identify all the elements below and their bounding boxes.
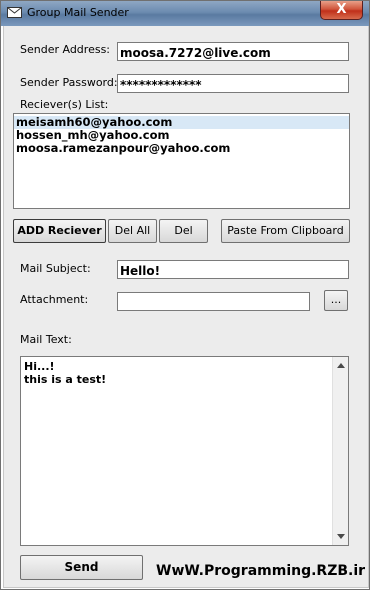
mail-app-icon xyxy=(7,7,22,18)
watermark-text: WwW.Programming.RZB.ir xyxy=(156,563,366,579)
sender-password-label: Sender Password: xyxy=(20,76,118,89)
receivers-listbox[interactable]: meisamh60@yahoo.com hossen_mh@yahoo.com … xyxy=(13,113,350,209)
sender-address-label: Sender Address: xyxy=(20,43,111,56)
mail-subject-label: Mail Subject: xyxy=(20,262,91,275)
sender-password-input[interactable]: ************* xyxy=(117,74,349,93)
attachment-label: Attachment: xyxy=(20,293,89,306)
app-window: Group Mail Sender X Sender Address: moos… xyxy=(0,0,370,590)
mail-subject-value: Hello! xyxy=(120,264,161,278)
add-receiver-button[interactable]: ADD Reciever xyxy=(13,219,106,243)
browse-attachment-button[interactable]: ... xyxy=(324,290,348,311)
title-bar[interactable]: Group Mail Sender X xyxy=(1,1,369,26)
window-title: Group Mail Sender xyxy=(27,6,129,19)
scroll-up-icon[interactable] xyxy=(337,363,345,368)
send-button[interactable]: Send xyxy=(20,555,143,580)
mail-text-value: Hi...! this is a test! xyxy=(24,360,107,386)
mail-text-label: Mail Text: xyxy=(20,333,72,346)
delete-all-button[interactable]: Del All xyxy=(108,219,157,243)
paste-from-clipboard-button[interactable]: Paste From Clipboard xyxy=(221,219,350,243)
form-client-area: Sender Address: moosa.7272@live.com Send… xyxy=(3,26,369,588)
close-icon: X xyxy=(336,2,347,17)
attachment-input[interactable] xyxy=(117,292,310,311)
mail-text-scrollbar[interactable] xyxy=(332,357,348,545)
sender-password-value: ************* xyxy=(120,78,202,92)
sender-address-input[interactable]: moosa.7272@live.com xyxy=(117,42,349,61)
close-button[interactable]: X xyxy=(320,1,363,20)
delete-button[interactable]: Del xyxy=(159,219,208,243)
sender-address-value: moosa.7272@live.com xyxy=(120,46,271,60)
list-item[interactable]: moosa.ramezanpour@yahoo.com xyxy=(14,142,349,155)
receivers-list-label: Reciever(s) List: xyxy=(20,98,109,111)
mail-subject-input[interactable]: Hello! xyxy=(117,260,349,279)
scroll-down-icon[interactable] xyxy=(337,534,345,539)
mail-text-area[interactable]: Hi...! this is a test! xyxy=(20,356,349,546)
